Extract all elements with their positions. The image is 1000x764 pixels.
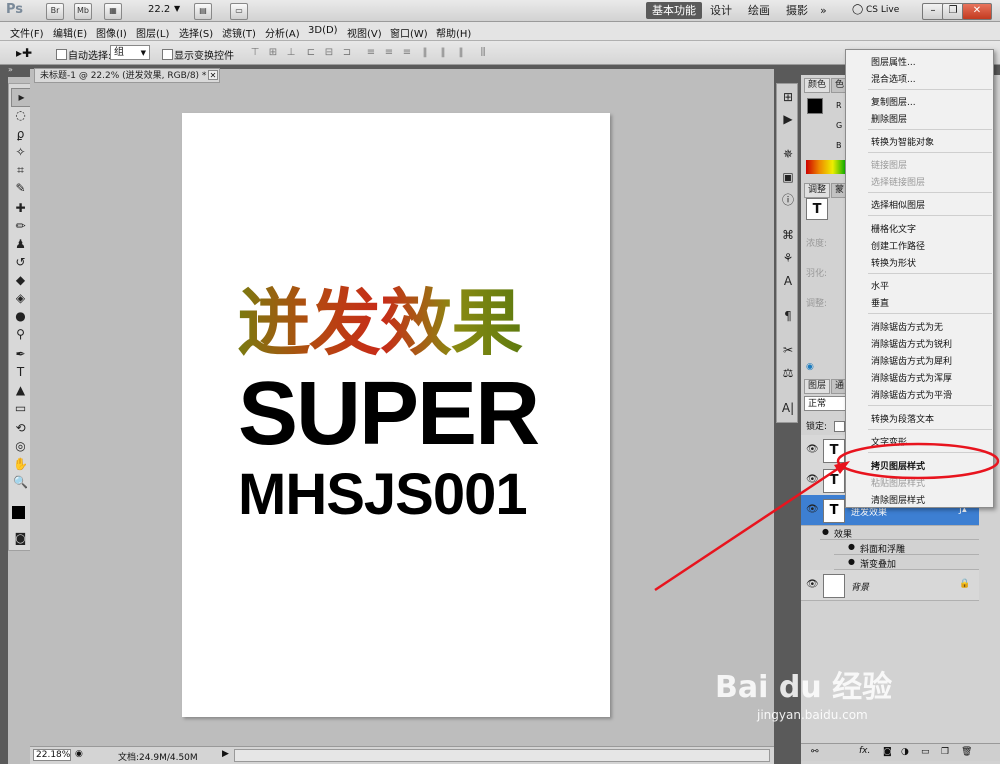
annotation-arrow-line: [654, 464, 843, 592]
watermark-logo: Bai du 经验: [715, 670, 893, 705]
annotation-arrow-head: [834, 461, 850, 474]
watermark-url: jingyan.baidu.com: [757, 708, 868, 722]
annotation-circle: [836, 442, 1000, 480]
annotation-overlay: [654, 442, 1000, 592]
